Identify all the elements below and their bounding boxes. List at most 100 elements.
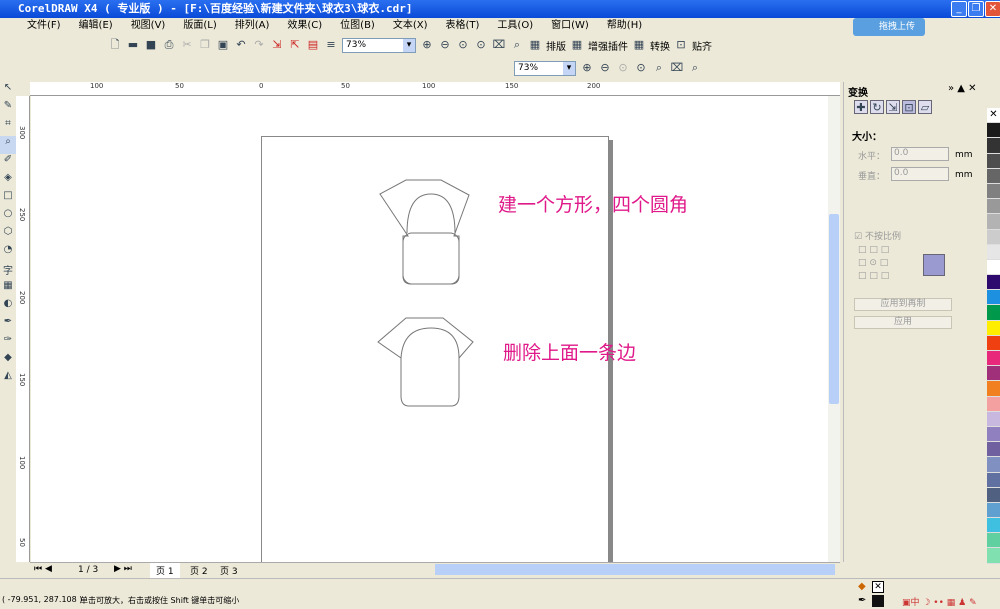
zoom-page-icon[interactable]: ⌧ — [492, 38, 506, 52]
color-swatch[interactable] — [987, 488, 1000, 503]
paste-icon[interactable]: ▣ — [216, 38, 230, 52]
zoom-page-icon[interactable]: ⌕ — [652, 61, 666, 75]
color-swatch[interactable] — [987, 473, 1000, 488]
apply-button[interactable]: 应用 — [854, 316, 952, 329]
menu-edit[interactable]: 编辑(E) — [70, 18, 122, 34]
page-nav-next-icon[interactable]: ▶ ⏭ — [114, 564, 132, 574]
size-icon[interactable]: ⊡ — [902, 100, 916, 114]
vertical-input[interactable]: 0.0 — [891, 167, 949, 181]
menu-view[interactable]: 视图(V) — [122, 18, 175, 34]
menu-layout[interactable]: 版面(L) — [174, 18, 225, 34]
plugin-snap[interactable]: 贴齐 — [692, 38, 712, 53]
color-swatch[interactable] — [987, 533, 1000, 548]
zoom-select-2[interactable]: 73% — [514, 61, 576, 76]
fill-tool-icon[interactable]: ◆ — [0, 352, 16, 370]
color-swatch[interactable] — [987, 154, 1000, 169]
zoom-all-icon[interactable]: ⊙ — [634, 61, 648, 75]
color-swatch[interactable] — [987, 503, 1000, 518]
menu-effects[interactable]: 效果(C) — [278, 18, 331, 34]
zoom-all-icon[interactable]: ⊙ — [474, 38, 488, 52]
polygon-tool-icon[interactable]: ⬡ — [0, 226, 16, 244]
app-launcher-icon[interactable]: ▤ — [306, 38, 320, 52]
zoom-in-icon[interactable]: ⊕ — [580, 61, 594, 75]
annotation-text-1[interactable]: 建一个方形，四个圆角 — [498, 194, 698, 217]
scale-icon[interactable]: ⇲ — [886, 100, 900, 114]
color-swatch[interactable] — [987, 214, 1000, 229]
page-tab-1[interactable]: 页 1 — [150, 563, 180, 578]
color-swatch[interactable] — [987, 427, 1000, 442]
menu-help[interactable]: 帮助(H) — [598, 18, 651, 34]
page-tab-2[interactable]: 页 2 — [186, 563, 212, 578]
options-icon[interactable]: ≡ — [324, 38, 338, 52]
color-swatch[interactable] — [987, 230, 1000, 245]
menu-arrange[interactable]: 排列(A) — [226, 18, 279, 34]
plugin-convert[interactable]: 转换 — [650, 38, 670, 53]
crop-tool-icon[interactable]: ⌗ — [0, 118, 16, 136]
ime-toolbar-icon[interactable]: ▣中 ☽ •• ▦ ♟ ✎ — [902, 595, 977, 608]
open-icon[interactable]: ▬ — [126, 38, 140, 52]
zoom-out-icon[interactable]: ⊖ — [598, 61, 612, 75]
outline-indicator-icon[interactable]: ✒ — [858, 595, 866, 606]
interactive-tool-icon[interactable]: ◐ — [0, 298, 16, 316]
table-tool-icon[interactable]: ▦ — [0, 280, 16, 298]
zoom-select[interactable]: 73% — [342, 38, 416, 53]
color-swatch[interactable] — [987, 169, 1000, 184]
menu-file[interactable]: 文件(F) — [18, 18, 70, 34]
rotate-icon[interactable]: ↻ — [870, 100, 884, 114]
new-icon[interactable]: 🗋 — [108, 38, 122, 52]
color-swatch[interactable] — [987, 305, 1000, 320]
undo-icon[interactable]: ↶ — [234, 38, 248, 52]
color-swatch[interactable] — [987, 199, 1000, 214]
zoom-width-icon[interactable]: ⌕ — [510, 38, 524, 52]
interactive-fill-icon[interactable]: ◭ — [0, 370, 16, 388]
menu-text[interactable]: 文本(X) — [384, 18, 437, 34]
copy-icon[interactable]: ❐ — [198, 38, 212, 52]
jersey-shape-1[interactable] — [380, 180, 469, 284]
color-swatch[interactable] — [987, 184, 1000, 199]
zoom-tool-icon[interactable]: ⌕ — [0, 136, 16, 154]
save-icon[interactable]: ■ — [144, 38, 158, 52]
zoom-selected-icon[interactable]: ⊙ — [616, 61, 630, 75]
restore-button[interactable]: ❐ — [968, 1, 984, 17]
upload-button[interactable]: 拖拽上传 — [853, 18, 925, 36]
eyedropper-icon[interactable]: ✒ — [0, 316, 16, 334]
scroll-thumb[interactable] — [829, 214, 839, 404]
rounded-square[interactable] — [403, 233, 459, 284]
color-swatch[interactable] — [987, 457, 1000, 472]
page-tab-3[interactable]: 页 3 — [216, 563, 242, 578]
docker-controls-icon[interactable]: » ▲ ✕ — [948, 83, 977, 94]
drawing-canvas[interactable]: 建一个方形，四个圆角 删除上面一条边 — [31, 96, 828, 562]
color-swatch[interactable] — [987, 412, 1000, 427]
horizontal-input[interactable]: 0.0 — [891, 147, 949, 161]
color-swatch[interactable] — [987, 381, 1000, 396]
color-swatch[interactable] — [987, 275, 1000, 290]
close-button[interactable]: ✕ — [985, 1, 1000, 17]
color-swatch[interactable] — [987, 548, 1000, 563]
zoom-width-icon[interactable]: ⌧ — [670, 61, 684, 75]
color-swatch[interactable] — [987, 321, 1000, 336]
neck-arc-2[interactable] — [401, 328, 459, 366]
ellipse-tool-icon[interactable]: ○ — [0, 208, 16, 226]
page-nav-first-icon[interactable]: ⏮ ◀ — [34, 564, 52, 574]
menu-window[interactable]: 窗口(W) — [542, 18, 598, 34]
color-swatch[interactable] — [987, 442, 1000, 457]
jersey-shape-2[interactable] — [378, 318, 473, 406]
fill-indicator-icon[interactable]: ◆ — [858, 581, 870, 593]
color-swatch[interactable] — [987, 260, 1000, 275]
minimize-button[interactable]: _ — [951, 1, 967, 17]
position-icon[interactable]: ✚ — [854, 100, 868, 114]
apply-copy-button[interactable]: 应用到再制 — [854, 298, 952, 311]
freehand-tool-icon[interactable]: ✐ — [0, 154, 16, 172]
color-swatch[interactable] — [987, 518, 1000, 533]
color-swatch[interactable] — [987, 351, 1000, 366]
plugin-enhance[interactable]: 增强插件 — [588, 38, 628, 53]
zoom-selected-icon[interactable]: ⊙ — [456, 38, 470, 52]
no-color-swatch[interactable]: ✕ — [987, 108, 1000, 123]
cut-icon[interactable]: ✂ — [180, 38, 194, 52]
basic-shapes-icon[interactable]: ◔ — [0, 244, 16, 262]
color-swatch[interactable] — [987, 123, 1000, 138]
outline-tool-icon[interactable]: ✑ — [0, 334, 16, 352]
color-swatch[interactable] — [987, 366, 1000, 381]
skew-icon[interactable]: ▱ — [918, 100, 932, 114]
vertical-scrollbar[interactable] — [828, 96, 840, 562]
